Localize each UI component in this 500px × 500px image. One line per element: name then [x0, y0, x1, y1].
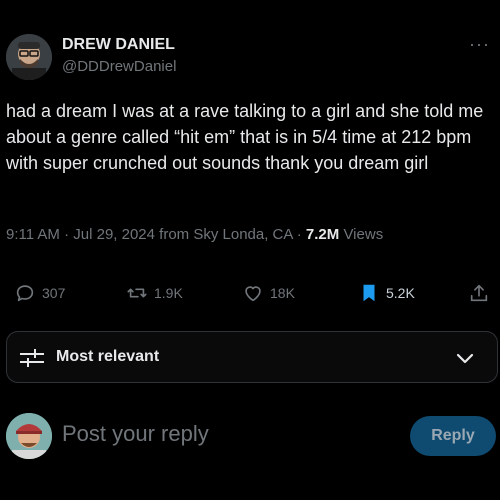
tweet-header: DREW DANIEL @DDDrewDaniel ··· [6, 34, 494, 84]
bookmark-action[interactable]: 5.2K [358, 282, 415, 304]
repost-arrows-icon [126, 282, 148, 304]
chevron-down-icon [455, 348, 475, 373]
meta-separator: · [292, 226, 306, 243]
like-count: 18K [270, 285, 295, 301]
reply-composer: Post your reply Reply [0, 405, 500, 465]
views-label: Views [339, 226, 384, 243]
author-handle[interactable]: @DDDrewDaniel [62, 58, 176, 75]
like-action[interactable]: 18K [242, 282, 295, 304]
reply-sort-dropdown[interactable]: Most relevant [6, 331, 498, 383]
action-bar: 307 1.9K 18K 5.2K [0, 282, 500, 308]
tweet-date[interactable]: Jul 29, 2024 [73, 226, 155, 243]
share-upload-icon [468, 282, 490, 304]
speech-bubble-icon [14, 282, 36, 304]
heart-icon [242, 282, 264, 304]
reply-button[interactable]: Reply [410, 416, 496, 456]
tweet-text: had a dream I was at a rave talking to a… [6, 101, 484, 173]
repost-action[interactable]: 1.9K [126, 282, 183, 304]
user-avatar [6, 413, 52, 459]
tweet-location: from Sky Londa, CA [155, 226, 293, 243]
more-options-icon[interactable]: ··· [469, 34, 490, 55]
tweet-meta: 9:11 AM · Jul 29, 2024 from Sky Londa, C… [6, 226, 383, 243]
sort-label: Most relevant [56, 348, 160, 365]
reply-count: 307 [42, 285, 66, 301]
author-avatar[interactable] [6, 34, 52, 80]
share-action[interactable] [468, 282, 490, 304]
bookmark-count: 5.2K [386, 285, 415, 301]
views-count[interactable]: 7.2M [306, 226, 339, 243]
repost-count: 1.9K [154, 285, 183, 301]
meta-separator: · [59, 226, 74, 243]
tweet-time[interactable]: 9:11 AM [6, 226, 60, 243]
sliders-icon [19, 346, 45, 375]
reply-action[interactable]: 307 [14, 282, 65, 304]
reply-input[interactable]: Post your reply [62, 421, 209, 447]
author-name[interactable]: DREW DANIEL [62, 36, 175, 54]
bookmark-filled-icon [358, 282, 380, 304]
